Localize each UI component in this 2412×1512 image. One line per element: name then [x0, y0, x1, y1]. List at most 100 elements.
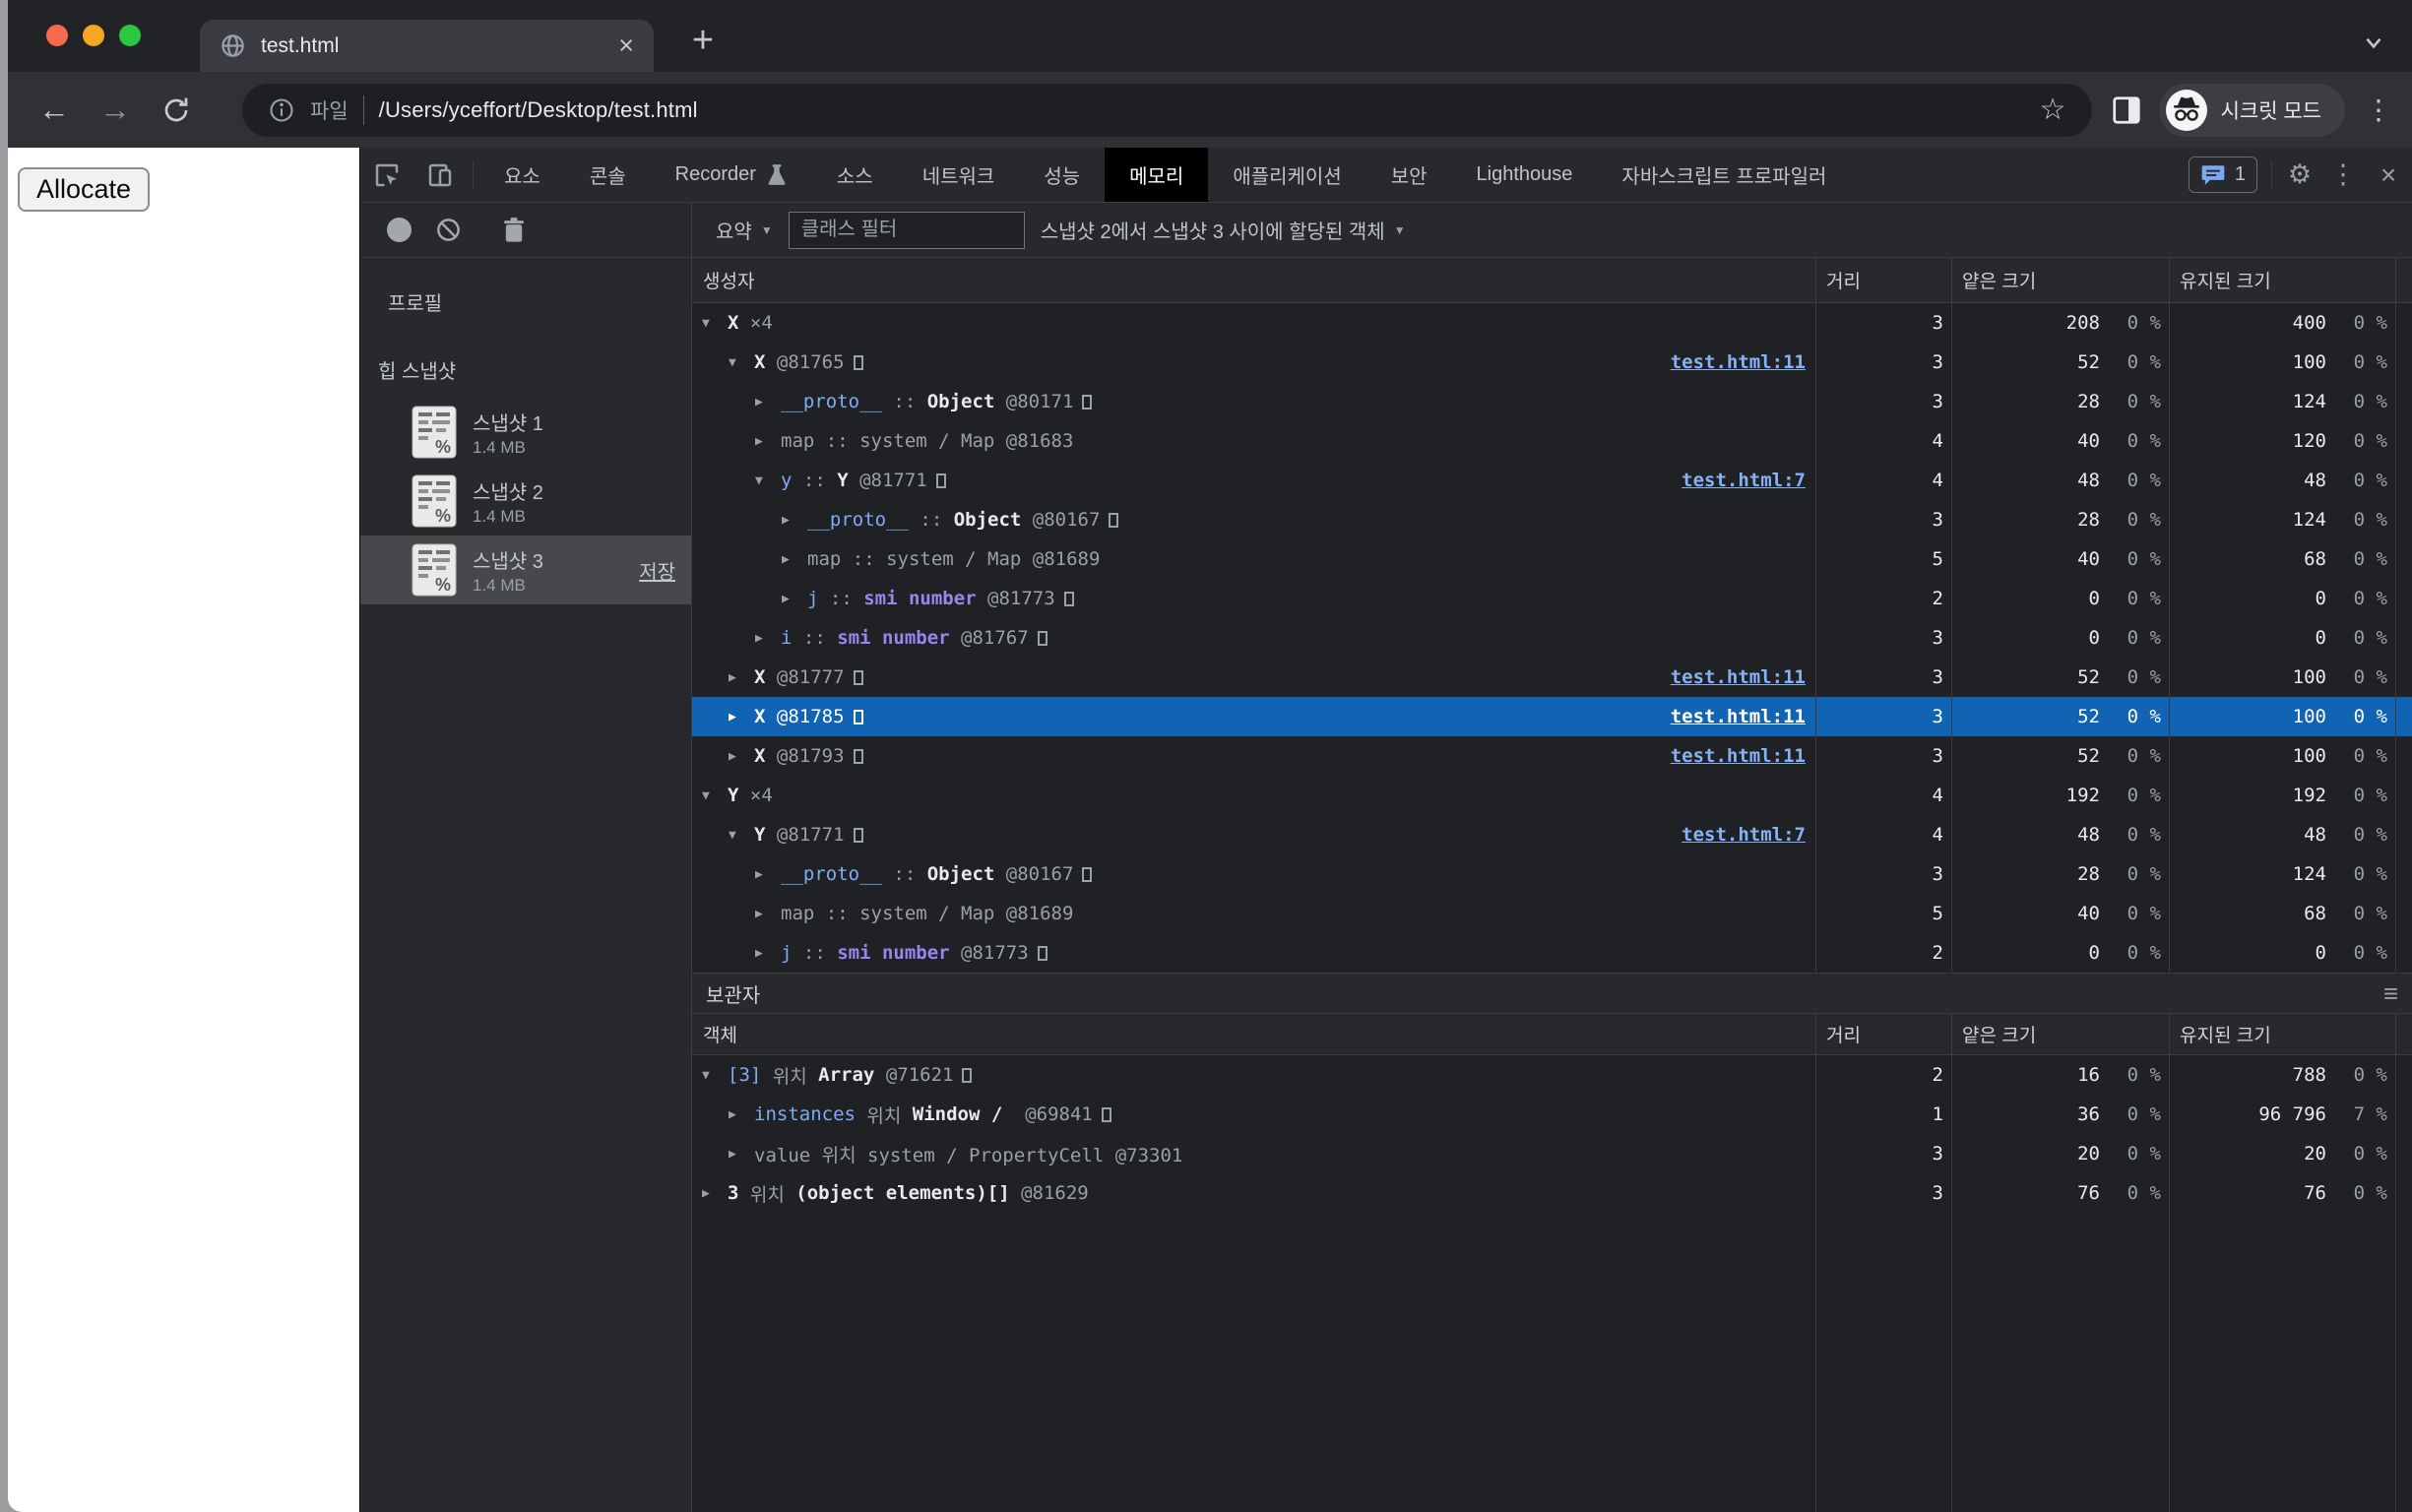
tab-close-icon[interactable]: ×: [618, 32, 634, 59]
class-filter-input[interactable]: [789, 212, 1025, 249]
retainer-row[interactable]: ▶value 위치 system / PropertyCell @7330132…: [692, 1134, 2412, 1173]
tree-collapsed-icon[interactable]: ▶: [782, 552, 807, 567]
constructor-row[interactable]: ▶X @81777test.html:113520 %1000 %: [692, 658, 2412, 697]
constructor-row[interactable]: ▶map :: system / Map @816895400 %680 %: [692, 539, 2412, 579]
perspective-select[interactable]: 요약▼: [716, 216, 773, 244]
tree-collapsed-icon[interactable]: ▶: [782, 592, 807, 606]
tree-collapsed-icon[interactable]: ▶: [702, 1186, 728, 1201]
omnibox[interactable]: 파일 /Users/yceffort/Desktop/test.html ☆: [242, 84, 2092, 137]
devtools-tab-application[interactable]: 애플리케이션: [1208, 148, 1365, 202]
devtools-tab-performance[interactable]: 성능: [1019, 148, 1105, 202]
tree-expanded-icon[interactable]: ▼: [755, 473, 781, 488]
clear-profiles-icon[interactable]: [425, 208, 471, 253]
tree-expanded-icon[interactable]: ▼: [702, 1068, 728, 1083]
constructor-row[interactable]: ▶__proto__ :: Object @801713280 %1240 %: [692, 382, 2412, 421]
devtools-menu-icon[interactable]: ⋮: [2321, 159, 2365, 190]
console-messages-badge[interactable]: 1: [2189, 157, 2257, 193]
source-location-link[interactable]: test.html:11: [1671, 666, 1806, 688]
devtools-tab-recorder[interactable]: Recorder: [651, 148, 812, 202]
devtools-tab-elements[interactable]: 요소: [479, 148, 565, 202]
devtools-settings-gear-icon[interactable]: ⚙: [2278, 159, 2321, 190]
tree-collapsed-icon[interactable]: ▶: [755, 631, 781, 646]
tree-expanded-icon[interactable]: ▼: [729, 355, 754, 370]
devtools-tab-security[interactable]: 보안: [1366, 148, 1452, 202]
macos-close-button[interactable]: [46, 25, 68, 46]
constructor-row[interactable]: ▼Y ×441920 %1920 %: [692, 776, 2412, 815]
device-toolbar-icon[interactable]: [413, 148, 467, 202]
tab-search-chevron-icon[interactable]: [2361, 30, 2386, 55]
constructor-row[interactable]: ▼X @81765test.html:113520 %1000 %: [692, 343, 2412, 382]
source-location-link[interactable]: test.html:11: [1671, 351, 1806, 373]
column-header-object[interactable]: 객체: [692, 1014, 1815, 1054]
snapshot-range-select[interactable]: 스냅샷 2에서 스냅샷 3 사이에 할당된 객체▼: [1041, 216, 1406, 244]
devtools-tab-lighthouse[interactable]: Lighthouse: [1452, 148, 1598, 202]
tree-expanded-icon[interactable]: ▼: [729, 828, 754, 843]
retainer-row[interactable]: ▶instances 위치 Window / @698411360 %96 79…: [692, 1095, 2412, 1134]
heap-snapshot-item-1[interactable]: %스냅샷 11.4 MB: [360, 398, 691, 467]
tree-collapsed-icon[interactable]: ▶: [729, 1107, 754, 1122]
side-panel-icon[interactable]: [2110, 95, 2143, 125]
devtools-close-icon[interactable]: ×: [2365, 159, 2412, 191]
column-header-shallow-size[interactable]: 얕은 크기: [1951, 1014, 2169, 1054]
inspect-element-icon[interactable]: [360, 148, 413, 202]
constructor-row[interactable]: ▶__proto__ :: Object @801673280 %1240 %: [692, 500, 2412, 539]
devtools-tab-network[interactable]: 네트워크: [898, 148, 1020, 202]
incognito-badge[interactable]: 시크릿 모드: [2159, 84, 2345, 137]
constructor-row[interactable]: ▶j :: smi number @81773200 %00 %: [692, 579, 2412, 618]
macos-maximize-button[interactable]: [119, 25, 141, 46]
constructor-row[interactable]: ▶map :: system / Map @816895400 %680 %: [692, 894, 2412, 933]
tree-collapsed-icon[interactable]: ▶: [755, 907, 781, 921]
column-header-distance[interactable]: 거리: [1815, 258, 1951, 302]
source-location-link[interactable]: test.html:11: [1671, 706, 1806, 727]
column-header-constructor[interactable]: 생성자: [692, 258, 1815, 302]
constructor-row[interactable]: ▼X ×432080 %4000 %: [692, 303, 2412, 343]
tree-collapsed-icon[interactable]: ▶: [755, 395, 781, 410]
snapshot-save-link[interactable]: 저장: [639, 556, 675, 585]
tree-collapsed-icon[interactable]: ▶: [729, 670, 754, 685]
record-heap-snapshot-icon[interactable]: [376, 208, 421, 253]
heap-snapshot-item-2[interactable]: %스냅샷 21.4 MB: [360, 467, 691, 536]
source-location-link[interactable]: test.html:7: [1682, 470, 1806, 491]
devtools-tab-js-profiler[interactable]: 자바스크립트 프로파일러: [1597, 148, 1851, 202]
constructor-row[interactable]: ▶map :: system / Map @816834400 %1200 %: [692, 421, 2412, 461]
constructor-row[interactable]: ▼y :: Y @81771test.html:74480 %480 %: [692, 461, 2412, 500]
column-header-retained-size[interactable]: 유지된 크기: [2169, 1014, 2395, 1054]
column-header-shallow-size[interactable]: 얕은 크기: [1951, 258, 2169, 302]
bookmark-star-icon[interactable]: ☆: [2040, 93, 2066, 127]
tree-collapsed-icon[interactable]: ▶: [755, 867, 781, 882]
constructor-row[interactable]: ▶__proto__ :: Object @801673280 %1240 %: [692, 854, 2412, 894]
constructor-row[interactable]: ▶X @81793test.html:113520 %1000 %: [692, 736, 2412, 776]
reload-button[interactable]: [146, 83, 207, 138]
constructor-row[interactable]: ▶j :: smi number @81773200 %00 %: [692, 933, 2412, 973]
allocate-button[interactable]: Allocate: [18, 167, 150, 212]
constructor-row[interactable]: ▼Y @81771test.html:74480 %480 %: [692, 815, 2412, 854]
column-header-retained-size[interactable]: 유지된 크기: [2169, 258, 2395, 302]
constructor-row[interactable]: ▶i :: smi number @81767300 %00 %: [692, 618, 2412, 658]
browser-menu-icon[interactable]: ⋮: [2361, 94, 2396, 126]
constructor-row[interactable]: ▶X @81785test.html:113520 %1000 %: [692, 697, 2412, 736]
tree-collapsed-icon[interactable]: ▶: [755, 434, 781, 449]
tree-collapsed-icon[interactable]: ▶: [755, 946, 781, 961]
devtools-tab-memory[interactable]: 메모리: [1105, 148, 1208, 202]
tree-collapsed-icon[interactable]: ▶: [729, 1147, 754, 1162]
tree-expanded-icon[interactable]: ▼: [702, 788, 728, 803]
tree-expanded-icon[interactable]: ▼: [702, 316, 728, 331]
devtools-tab-console[interactable]: 콘솔: [565, 148, 651, 202]
forward-button[interactable]: →: [85, 83, 146, 138]
source-location-link[interactable]: test.html:7: [1682, 824, 1806, 846]
retainer-row[interactable]: ▶3 위치 (object elements)[] @816293760 %76…: [692, 1173, 2412, 1213]
tree-collapsed-icon[interactable]: ▶: [729, 749, 754, 764]
new-tab-button[interactable]: +: [675, 13, 730, 68]
tree-collapsed-icon[interactable]: ▶: [782, 513, 807, 528]
source-location-link[interactable]: test.html:11: [1671, 745, 1806, 767]
delete-profile-trash-icon[interactable]: [491, 208, 537, 253]
back-button[interactable]: ←: [24, 83, 85, 138]
tree-collapsed-icon[interactable]: ▶: [729, 710, 754, 724]
devtools-tab-sources[interactable]: 소스: [812, 148, 898, 202]
column-header-distance[interactable]: 거리: [1815, 1014, 1951, 1054]
retainer-row[interactable]: ▼[3] 위치 Array @716212160 %7880 %: [692, 1055, 2412, 1095]
heap-snapshot-item-3[interactable]: %스냅샷 31.4 MB저장: [360, 536, 691, 604]
browser-tab[interactable]: test.html ×: [200, 20, 654, 72]
retainers-menu-icon[interactable]: ≡: [2383, 978, 2398, 1009]
info-icon[interactable]: [268, 96, 295, 124]
